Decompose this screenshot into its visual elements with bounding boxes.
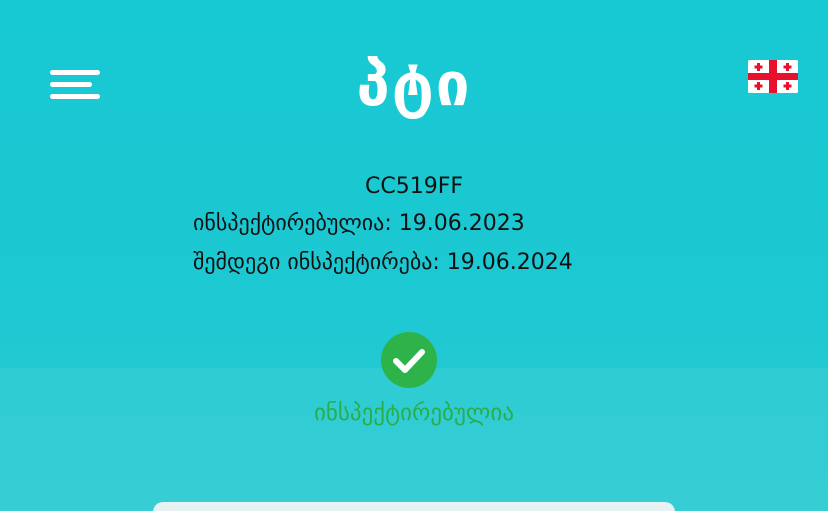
check-circle-icon xyxy=(381,332,437,388)
app-logo: პტი xyxy=(356,50,472,120)
content-background-band xyxy=(0,368,828,511)
hamburger-menu-icon-bar xyxy=(50,94,100,99)
inspection-date: ინსპექტირებულია: 19.06.2023 xyxy=(193,211,525,236)
georgia-flag-icon xyxy=(748,60,798,93)
language-switch-button[interactable] xyxy=(748,60,798,93)
inspection-status-label: ინსპექტირებულია xyxy=(313,400,514,426)
hamburger-menu-icon xyxy=(50,70,100,75)
menu-button[interactable] xyxy=(50,70,100,100)
bottom-card[interactable] xyxy=(153,502,675,511)
vehicle-plate-number: CC519FF xyxy=(364,174,464,199)
hamburger-menu-icon-bar xyxy=(50,82,92,87)
next-inspection-date: შემდეგი ინსპექტირება: 19.06.2024 xyxy=(193,250,573,275)
